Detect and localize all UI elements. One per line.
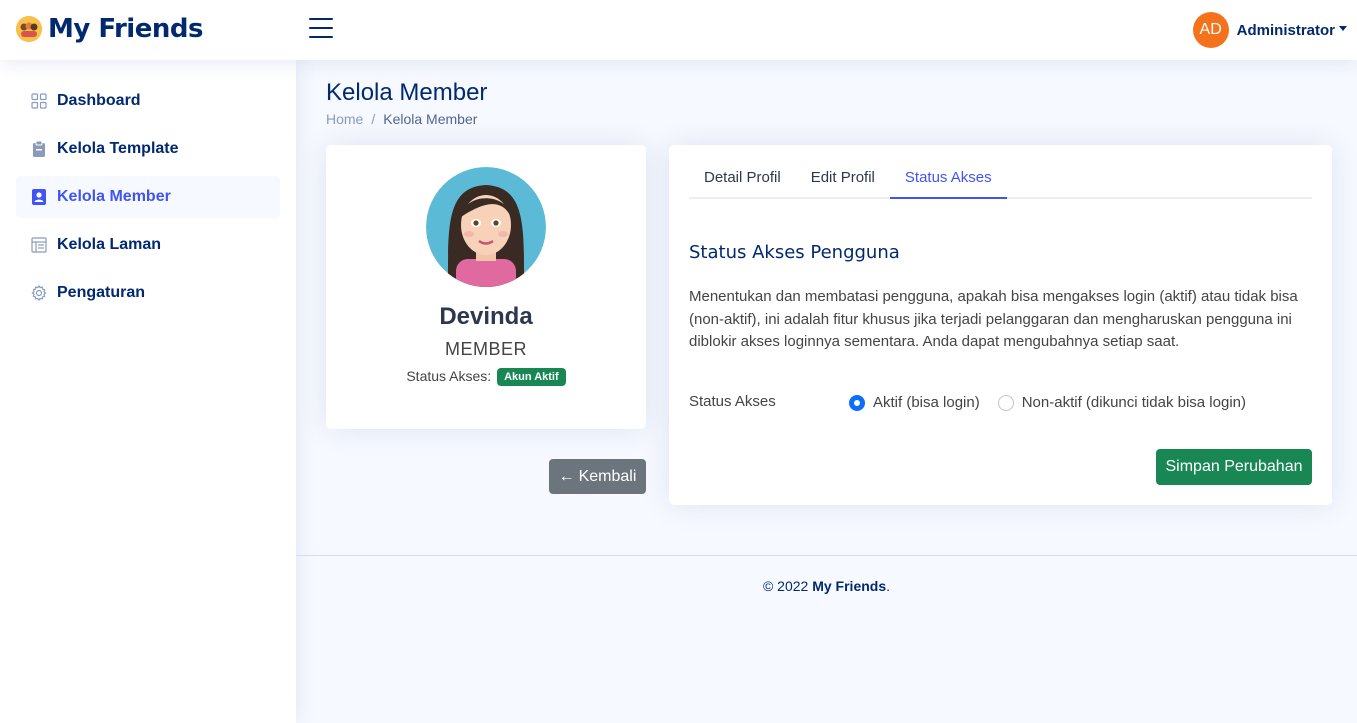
radio-aktif[interactable] [849, 394, 865, 411]
profile-avatar [426, 167, 546, 287]
sidebar-item-kelola-laman[interactable]: Kelola Laman [16, 224, 280, 266]
profile-role: MEMBER [444, 339, 527, 359]
sidebar-item-kelola-template[interactable]: Kelola Template [16, 128, 280, 170]
person-badge-icon [31, 189, 47, 205]
footer-brand: My Friends [812, 578, 887, 594]
radio-aktif-label: Aktif (bisa login) [873, 394, 980, 411]
page-title: Kelola Member [326, 79, 488, 106]
logo-icon [16, 16, 42, 42]
status-label: Status Akses: [406, 368, 492, 384]
top-header: My Friends AD Administrator [0, 0, 1357, 60]
section-title: Status Akses Pengguna [689, 242, 900, 263]
radio-non-aktif-label: Non-aktif (dikunci tidak bisa login) [1021, 394, 1246, 411]
tab-detail-profil[interactable]: Detail Profil [689, 159, 796, 199]
sidebar-toggle-icon[interactable] [309, 18, 333, 40]
sidebar-item-pengaturan[interactable]: Pengaturan [16, 272, 280, 314]
sidebar-item-label: Kelola Template [57, 140, 179, 157]
sidebar-item-kelola-member[interactable]: Kelola Member [16, 176, 280, 218]
brand-logo[interactable]: My Friends [16, 14, 203, 44]
footer-copyright: © 2022 [762, 578, 809, 594]
profile-card: Devinda MEMBER Status Akses: Akun Aktif [326, 145, 646, 429]
user-name: Administrator [1236, 21, 1335, 39]
sidebar-item-label: Kelola Laman [57, 236, 162, 253]
profile-name: Devinda [439, 303, 533, 330]
sidebar-item-label: Dashboard [57, 92, 141, 109]
breadcrumb-home-link[interactable]: Home [326, 111, 363, 127]
radio-option-aktif[interactable]: Aktif (bisa login) [849, 394, 980, 411]
brand-name: My Friends [48, 14, 203, 44]
user-menu[interactable]: AD Administrator [1192, 12, 1347, 48]
breadcrumb-current: Kelola Member [383, 111, 478, 127]
section-description: Menentukan dan membatasi pengguna, apaka… [689, 288, 1298, 350]
clipboard-icon [31, 141, 47, 157]
footer: © 2022 My Friends. [296, 555, 1357, 594]
sidebar-item-label: Pengaturan [57, 284, 146, 301]
status-akses-label: Status Akses [689, 393, 776, 410]
access-settings-card: Detail Profil Edit Profil Status Akses S… [669, 145, 1332, 505]
avatar: AD [1192, 12, 1229, 48]
back-button-label: Kembali [578, 467, 637, 485]
chevron-down-icon [1339, 25, 1347, 31]
arrow-left-icon: ← [558, 467, 575, 485]
profile-status: Status Akses: Akun Aktif [326, 368, 646, 386]
breadcrumb-separator: / [371, 111, 376, 127]
tab-status-akses[interactable]: Status Akses [889, 159, 1007, 199]
back-button[interactable]: ← Kembali [549, 459, 646, 494]
save-button[interactable]: Simpan Perubahan [1156, 449, 1312, 485]
radio-option-non-aktif[interactable]: Non-aktif (dikunci tidak bisa login) [997, 394, 1246, 411]
status-akses-radio-group: Aktif (bisa login) Non-aktif (dikunci ti… [849, 394, 1264, 411]
layout-icon [31, 237, 47, 253]
radio-non-aktif[interactable] [997, 394, 1014, 411]
breadcrumb: Home / Kelola Member [326, 111, 477, 127]
grid-icon [31, 93, 47, 109]
sidebar-item-label: Kelola Member [57, 188, 171, 205]
status-badge: Akun Aktif [497, 368, 566, 386]
sidebar: Dashboard Kelola Template Kelola Member [0, 60, 296, 723]
profile-tabs: Detail Profil Edit Profil Status Akses [689, 159, 1312, 199]
footer-suffix: . [886, 578, 891, 594]
gear-icon [31, 285, 47, 301]
sidebar-item-dashboard[interactable]: Dashboard [16, 80, 280, 122]
tab-edit-profil[interactable]: Edit Profil [796, 159, 890, 199]
